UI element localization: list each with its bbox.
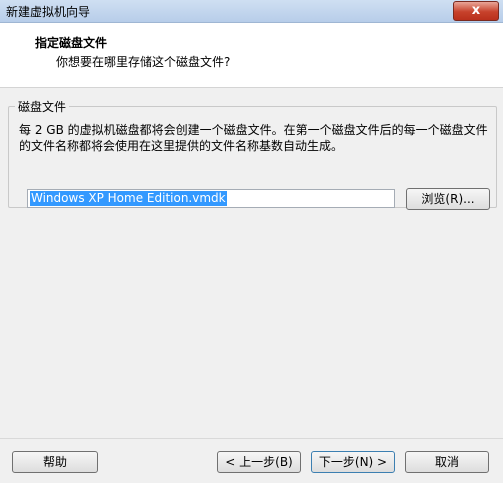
title-bar: 新建虚拟机向导 x bbox=[0, 0, 503, 23]
close-button[interactable]: x bbox=[453, 1, 499, 21]
wizard-footer: 帮助 < 上一步(B) 下一步(N) > 取消 bbox=[0, 438, 503, 483]
next-button[interactable]: 下一步(N) > bbox=[311, 451, 395, 473]
cancel-button[interactable]: 取消 bbox=[405, 451, 489, 473]
back-button[interactable]: < 上一步(B) bbox=[217, 451, 301, 473]
close-icon: x bbox=[471, 3, 481, 18]
page-title: 指定磁盘文件 bbox=[35, 36, 108, 50]
window-title: 新建虚拟机向导 bbox=[6, 5, 91, 19]
disk-filename-input[interactable]: Windows XP Home Edition.vmdk bbox=[27, 189, 395, 208]
help-button[interactable]: 帮助 bbox=[12, 451, 98, 473]
wizard-content: 磁盘文件 每 2 GB 的虚拟机磁盘都将会创建一个磁盘文件。在第一个磁盘文件后的… bbox=[0, 88, 503, 438]
group-title: 磁盘文件 bbox=[15, 98, 70, 115]
group-description: 每 2 GB 的虚拟机磁盘都将会创建一个磁盘文件。在第一个磁盘文件后的每一个磁盘… bbox=[19, 123, 488, 153]
disk-filename-value: Windows XP Home Edition.vmdk bbox=[30, 191, 227, 206]
disk-file-group: 磁盘文件 每 2 GB 的虚拟机磁盘都将会创建一个磁盘文件。在第一个磁盘文件后的… bbox=[8, 98, 497, 210]
wizard-header: 指定磁盘文件 你想要在哪里存储这个磁盘文件? bbox=[0, 23, 503, 88]
browse-button[interactable]: 浏览(R)... bbox=[406, 188, 490, 210]
page-subtitle: 你想要在哪里存储这个磁盘文件? bbox=[56, 55, 231, 69]
